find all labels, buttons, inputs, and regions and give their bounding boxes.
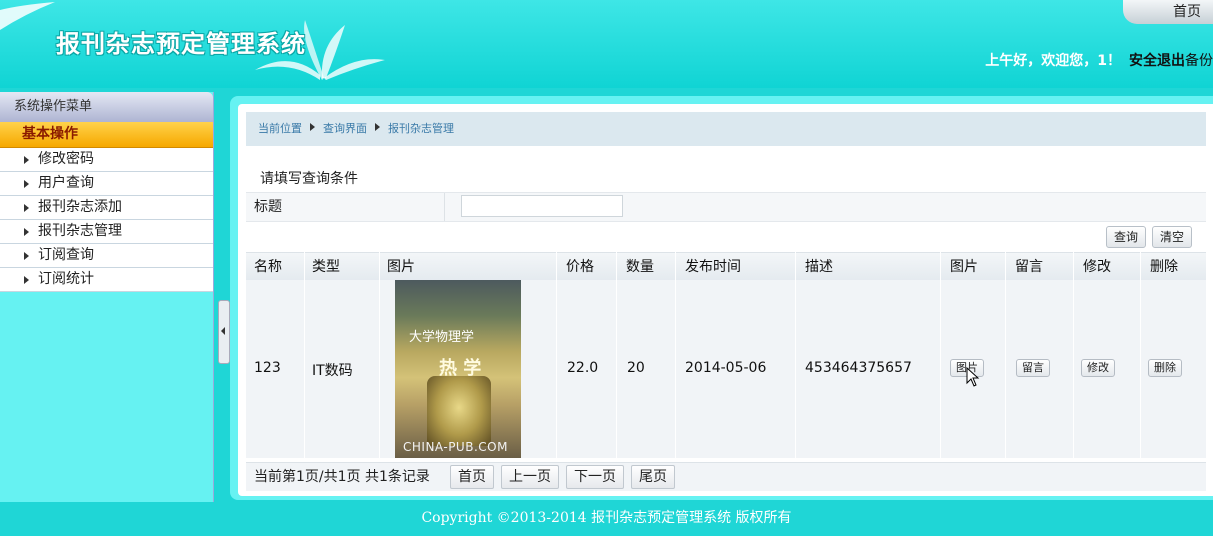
breadcrumb-item[interactable]: 报刊杂志管理 [388, 122, 454, 135]
pager-info: 当前第1页/共1页 共1条记录 [254, 469, 430, 485]
book-cover-image: 大学物理学 热 学 CHINA-PUB.COM [395, 280, 521, 458]
caret-right-icon [24, 276, 29, 284]
sidebar-item-change-password[interactable]: 修改密码 [0, 148, 213, 172]
logout-link[interactable]: 安全退出 [1129, 53, 1185, 69]
divider [444, 193, 445, 221]
pager: 当前第1页/共1页 共1条记录 首页 上一页 下一页 尾页 [246, 462, 1206, 491]
sidebar-group-basic[interactable]: 基本操作 [0, 122, 213, 148]
sidebar-item-label: 报刊杂志管理 [38, 223, 122, 239]
query-button[interactable]: 查询 [1106, 226, 1147, 248]
mouse-cursor-icon [966, 367, 980, 387]
sidebar-collapse-handle[interactable] [218, 300, 230, 364]
caret-right-icon [24, 156, 29, 164]
backup-link[interactable]: 备份 [1185, 53, 1213, 69]
search-title-row: 标题 [246, 192, 1206, 222]
sidebar-item-label: 报刊杂志添加 [38, 199, 122, 215]
sidebar-item-magazine-add[interactable]: 报刊杂志添加 [0, 196, 213, 220]
title-input[interactable] [461, 195, 623, 217]
caret-right-icon [24, 180, 29, 188]
last-page-button[interactable]: 尾页 [631, 465, 675, 489]
column-header-image: 图片 [387, 259, 415, 275]
caret-right-icon [24, 252, 29, 260]
cell-publish-date: 2014-05-06 [685, 360, 767, 376]
sidebar-title: 系统操作菜单 [0, 92, 213, 122]
cell-price: 22.0 [567, 360, 599, 376]
header: 报刊杂志预定管理系统 首页 上午好，欢迎您，1！ 安全退出备份 [0, 0, 1213, 88]
column-header-name: 名称 [254, 259, 282, 275]
cover-watermark: CHINA-PUB.COM [403, 440, 508, 454]
caret-right-icon [310, 123, 315, 131]
sidebar-item-label: 订阅查询 [38, 247, 94, 263]
palm-leaf-decoration [0, 2, 55, 30]
column-header-delete: 删除 [1150, 259, 1178, 275]
caret-right-icon [375, 123, 380, 131]
row-edit-button[interactable]: 修改 [1081, 359, 1115, 377]
cell-quantity: 20 [627, 360, 645, 376]
row-delete-button[interactable]: 删除 [1148, 359, 1182, 377]
sidebar-item-label: 订阅统计 [38, 271, 94, 287]
sidebar-item-label: 修改密码 [38, 151, 94, 167]
sidebar-item-magazine-manage[interactable]: 报刊杂志管理 [0, 220, 213, 244]
main-area: 当前位置 查询界面 报刊杂志管理 请填写查询条件 标题 查询 清空 名称 类型 图片… [230, 96, 1213, 500]
sidebar-item-subscription-stats[interactable]: 订阅统计 [0, 268, 213, 292]
first-page-button[interactable]: 首页 [450, 465, 494, 489]
greeting-text: 上午好，欢迎您，1！ [985, 53, 1121, 69]
column-header-image-action: 图片 [950, 259, 978, 275]
footer-copyright: Copyright ©2013-2014 报刊杂志预定管理系统 版权所有 [421, 510, 792, 526]
sidebar: 系统操作菜单 基本操作 修改密码 用户查询 报刊杂志添加 报刊杂志管理 订阅查询… [0, 92, 214, 502]
clear-button[interactable]: 清空 [1152, 226, 1193, 248]
prev-page-button[interactable]: 上一页 [501, 465, 559, 489]
title-label: 标题 [254, 199, 282, 215]
search-heading: 请填写查询条件 [260, 171, 358, 187]
system-title: 报刊杂志预定管理系统 [56, 29, 306, 58]
content-panel: 当前位置 查询界面 报刊杂志管理 请填写查询条件 标题 查询 清空 名称 类型 图片… [238, 104, 1213, 496]
home-tab[interactable]: 首页 [1123, 0, 1213, 24]
cell-type: IT数码 [312, 363, 353, 379]
next-page-button[interactable]: 下一页 [566, 465, 624, 489]
column-header-quantity: 数量 [626, 259, 654, 275]
breadcrumb-item: 当前位置 [258, 122, 302, 135]
cell-name: 123 [254, 360, 281, 376]
sidebar-item-user-query[interactable]: 用户查询 [0, 172, 213, 196]
cover-title: 大学物理学 [409, 330, 475, 345]
sidebar-item-subscription-query[interactable]: 订阅查询 [0, 244, 213, 268]
column-header-type: 类型 [312, 259, 340, 275]
sidebar-item-label: 用户查询 [38, 175, 94, 191]
column-header-price: 价格 [566, 259, 594, 275]
column-header-comment: 留言 [1015, 259, 1043, 275]
cell-description: 453464375657 [805, 360, 912, 376]
row-comment-button[interactable]: 留言 [1016, 359, 1050, 377]
column-header-publish-date: 发布时间 [685, 259, 741, 275]
breadcrumb: 当前位置 查询界面 报刊杂志管理 [246, 112, 1206, 146]
breadcrumb-item[interactable]: 查询界面 [323, 122, 367, 135]
column-header-edit: 修改 [1083, 259, 1111, 275]
user-greeting: 上午好，欢迎您，1！ 安全退出备份 [985, 50, 1213, 70]
caret-right-icon [24, 204, 29, 212]
cover-machine-illustration [427, 376, 491, 446]
column-header-description: 描述 [805, 259, 833, 275]
caret-right-icon [24, 228, 29, 236]
